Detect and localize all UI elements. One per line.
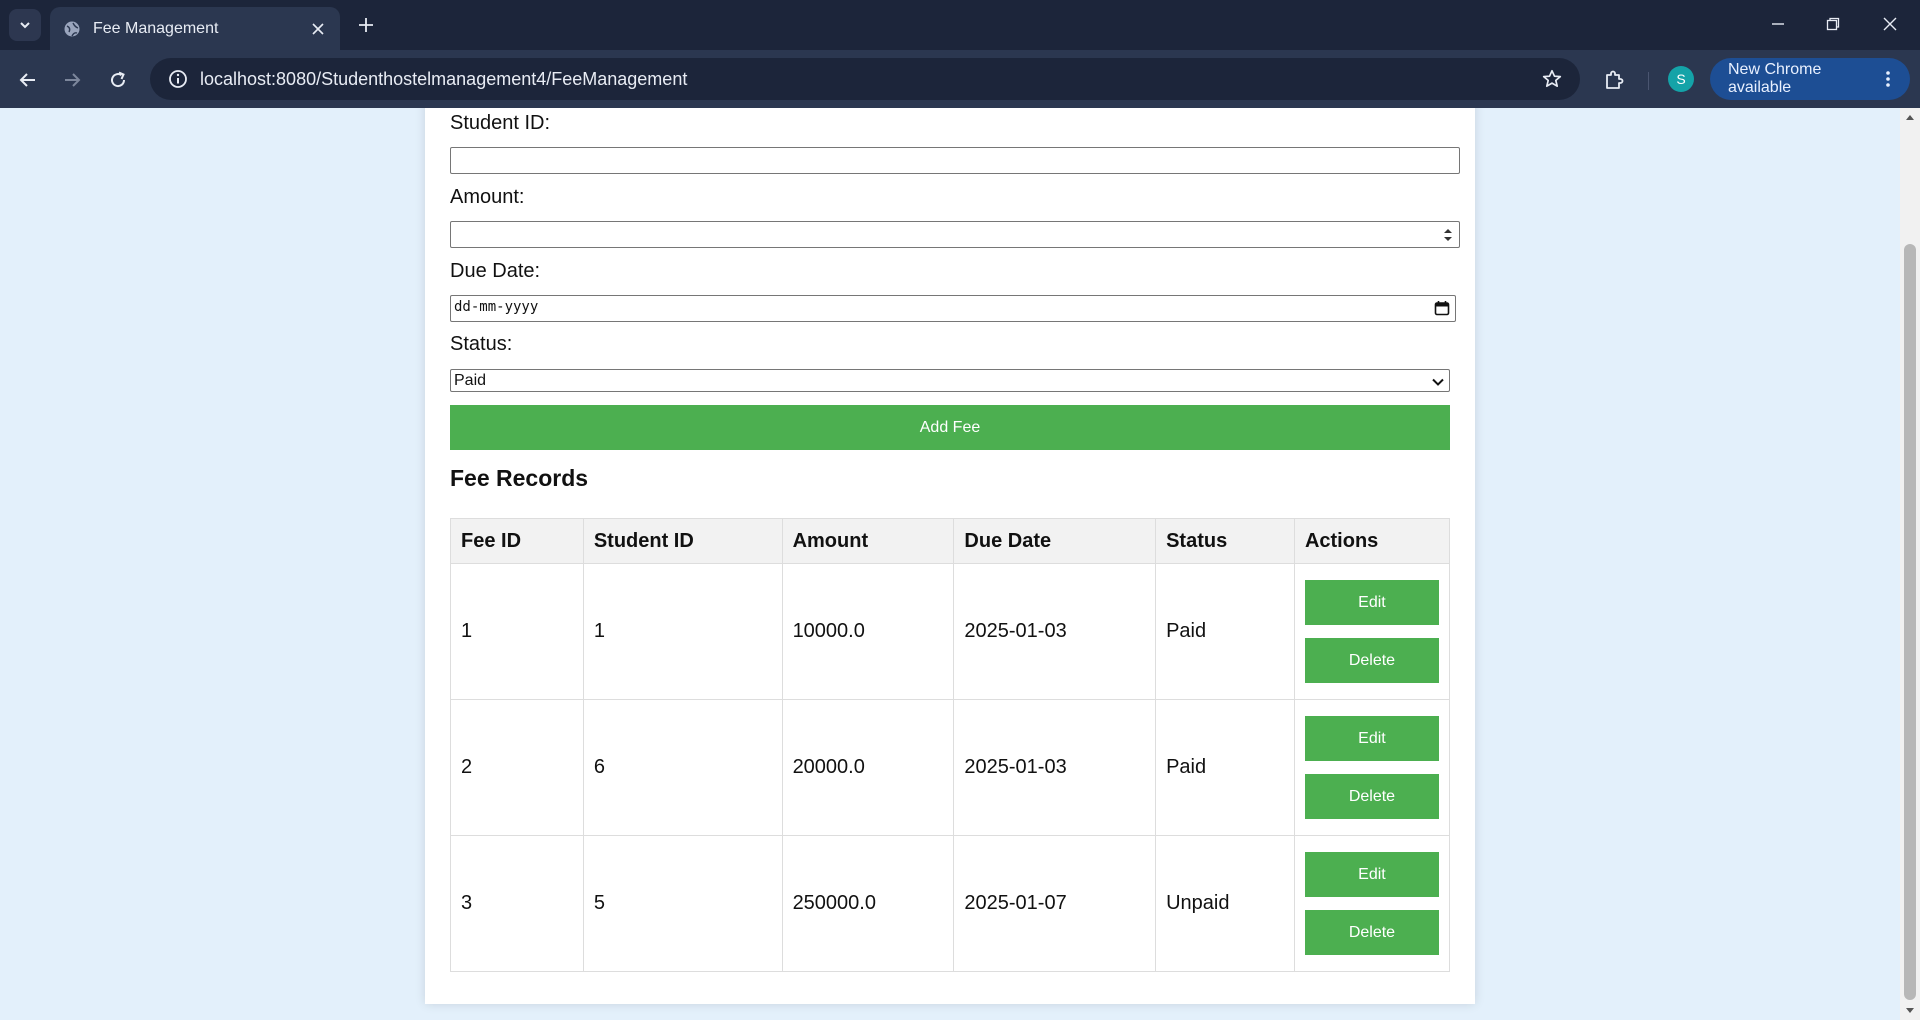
bookmark-star-icon[interactable]	[1530, 58, 1574, 100]
chevron-down-icon	[1431, 374, 1445, 388]
page-scrollbar[interactable]	[1900, 108, 1920, 1020]
update-label: New Chrome available	[1728, 61, 1822, 96]
tab-title: Fee Management	[93, 19, 219, 37]
table-header-row: Fee ID Student ID Amount Due Date Status…	[450, 518, 1451, 564]
chevron-down-icon	[20, 22, 30, 29]
cell-due-date: 2025-01-07	[953, 835, 1157, 972]
minimize-icon[interactable]	[1758, 6, 1798, 42]
toolbar-divider	[1648, 72, 1649, 90]
number-spinner-icon[interactable]	[1441, 226, 1455, 244]
page-viewport: Student ID: Amount: Due Date: dd-mm-yyyy…	[0, 108, 1900, 1020]
column-header-amount: Amount	[781, 518, 955, 564]
reload-icon[interactable]	[102, 64, 134, 96]
add-fee-button[interactable]: Add Fee	[450, 405, 1450, 450]
url-text[interactable]: localhost:8080/Studenthostelmanagement4/…	[200, 69, 1530, 90]
new-tab-icon[interactable]	[351, 10, 381, 40]
cell-student-id: 1	[582, 563, 783, 700]
close-window-icon[interactable]	[1870, 6, 1910, 42]
edit-button[interactable]: Edit	[1304, 852, 1439, 897]
amount-label: Amount:	[450, 186, 525, 208]
cell-amount: 10000.0	[781, 563, 955, 700]
extensions-puzzle-icon[interactable]	[1598, 64, 1630, 96]
forward-arrow-icon[interactable]	[56, 64, 88, 96]
fee-records-heading: Fee Records	[450, 465, 589, 491]
table-row: 3 5 250000.0 2025-01-07 Unpaid Edit Dele…	[450, 835, 1451, 972]
table-row: 2 6 20000.0 2025-01-03 Paid Edit Delete	[450, 699, 1451, 836]
scroll-down-arrow-icon[interactable]	[1900, 1002, 1920, 1020]
cell-status: Unpaid	[1155, 835, 1295, 972]
column-header-status: Status	[1155, 518, 1295, 564]
status-selected-value: Paid	[454, 372, 487, 389]
back-arrow-icon[interactable]	[12, 64, 44, 96]
delete-button[interactable]: Delete	[1304, 910, 1439, 955]
calendar-icon[interactable]	[1434, 300, 1450, 316]
browser-tabstrip: Fee Management	[0, 0, 1920, 50]
student-id-input[interactable]	[450, 147, 1460, 174]
cell-actions: Edit Delete	[1293, 835, 1451, 972]
cell-actions: Edit Delete	[1293, 563, 1451, 700]
cell-due-date: 2025-01-03	[953, 699, 1157, 836]
fee-management-card: Student ID: Amount: Due Date: dd-mm-yyyy…	[425, 108, 1475, 1004]
cell-fee-id: 3	[450, 835, 584, 972]
table-row: 1 1 10000.0 2025-01-03 Paid Edit Delete	[450, 563, 1451, 700]
status-label: Status:	[450, 333, 513, 355]
scroll-up-arrow-icon[interactable]	[1900, 108, 1920, 126]
student-id-label: Student ID:	[450, 112, 551, 134]
kebab-menu-icon[interactable]	[1881, 67, 1896, 91]
cell-actions: Edit Delete	[1293, 699, 1451, 836]
cell-due-date: 2025-01-03	[953, 563, 1157, 700]
amount-input[interactable]	[450, 221, 1460, 248]
column-header-actions: Actions	[1293, 518, 1451, 564]
fee-records-table: Fee ID Student ID Amount Due Date Status…	[450, 518, 1451, 972]
cell-student-id: 6	[582, 699, 783, 836]
status-select[interactable]: Paid	[450, 369, 1450, 392]
due-date-input[interactable]: dd-mm-yyyy	[450, 295, 1456, 322]
globe-icon	[63, 20, 81, 38]
cell-fee-id: 1	[450, 563, 584, 700]
tab-search-button[interactable]	[9, 9, 41, 41]
delete-button[interactable]: Delete	[1304, 774, 1439, 819]
due-date-placeholder: dd-mm-yyyy	[454, 299, 539, 315]
profile-avatar[interactable]: S	[1668, 66, 1694, 92]
cell-status: Paid	[1155, 563, 1295, 700]
column-header-due-date: Due Date	[953, 518, 1157, 564]
edit-button[interactable]: Edit	[1304, 580, 1439, 625]
browser-tab-active[interactable]: Fee Management	[50, 7, 340, 50]
restore-icon[interactable]	[1813, 6, 1853, 42]
column-header-fee-id: Fee ID	[450, 518, 584, 564]
delete-button[interactable]: Delete	[1304, 638, 1439, 683]
site-info-icon[interactable]	[156, 58, 200, 100]
edit-button[interactable]: Edit	[1304, 716, 1439, 761]
close-tab-icon[interactable]	[304, 15, 332, 43]
browser-toolbar: localhost:8080/Studenthostelmanagement4/…	[0, 50, 1920, 108]
cell-status: Paid	[1155, 699, 1295, 836]
chrome-update-button[interactable]: New Chrome available	[1710, 58, 1910, 100]
cell-amount: 250000.0	[781, 835, 955, 972]
due-date-label: Due Date:	[450, 260, 541, 282]
cell-student-id: 5	[582, 835, 783, 972]
scrollbar-thumb[interactable]	[1904, 244, 1916, 1000]
column-header-student-id: Student ID	[582, 518, 783, 564]
cell-amount: 20000.0	[781, 699, 955, 836]
address-bar[interactable]: localhost:8080/Studenthostelmanagement4/…	[150, 58, 1580, 100]
cell-fee-id: 2	[450, 699, 584, 836]
